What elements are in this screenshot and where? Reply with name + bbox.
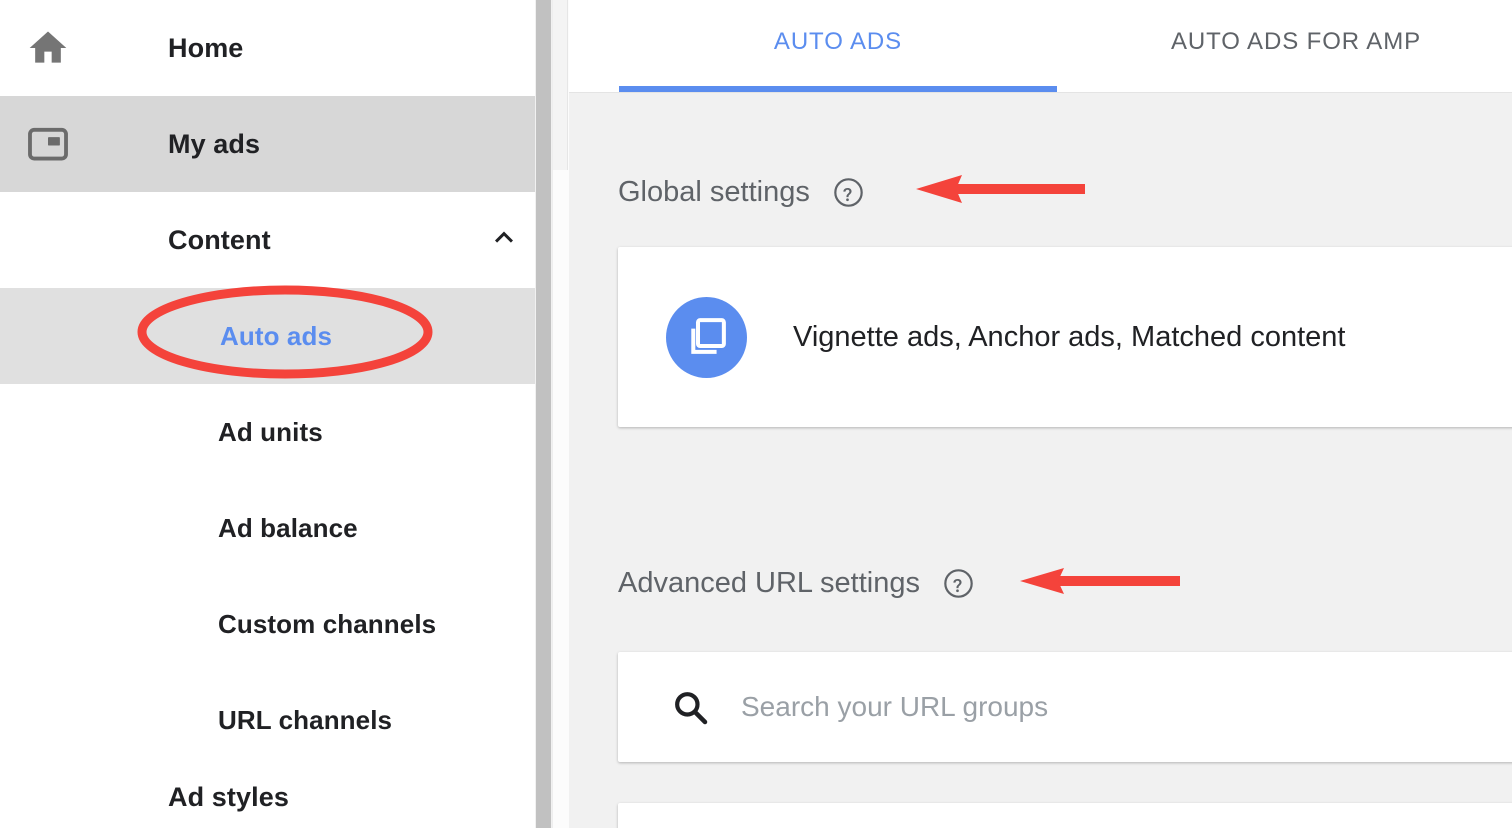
main-content: AUTO ADS AUTO ADS FOR AMP Global setting… [569,0,1512,828]
sidebar-group-label-content: Content [168,225,271,256]
sidebar-item-label-custom-channels: Custom channels [218,609,436,640]
sidebar-item-label-auto-ads: Auto ads [220,321,332,352]
sidebar-group-content[interactable]: Content [0,192,552,288]
advanced-url-settings-header: Advanced URL settings [569,567,974,600]
help-icon-global-settings[interactable] [833,177,864,208]
sidebar-item-label-ad-balance: Ad balance [218,513,358,544]
url-groups-list-card[interactable] [618,803,1512,828]
sidebar-scrollbar-thumb[interactable] [536,0,551,828]
global-settings-card-text: Vignette ads, Anchor ads, Matched conten… [793,321,1345,354]
sidebar-item-ad-balance[interactable]: Ad balance [0,480,552,576]
layers-copy-icon [666,297,747,378]
sidebar-group-ad-styles[interactable]: Ad styles [0,768,552,828]
sidebar-item-url-channels[interactable]: URL channels [0,672,552,768]
help-icon-advanced-url-settings[interactable] [943,568,974,599]
tab-auto-ads[interactable]: AUTO ADS [619,0,1057,93]
sidebar-item-label-home: Home [168,33,243,64]
my-ads-icon [0,121,96,167]
search-input[interactable] [739,690,1512,724]
tab-active-indicator [619,86,1057,92]
search-icon [668,685,712,729]
global-settings-card[interactable]: Vignette ads, Anchor ads, Matched conten… [618,247,1512,427]
page-scrollbar-thumb[interactable] [553,0,568,170]
sidebar: Home My ads Content Auto ads [0,0,552,828]
sidebar-item-ad-units[interactable]: Ad units [0,384,552,480]
sidebar-group-label-ad-styles: Ad styles [168,782,289,813]
global-settings-header: Global settings [569,176,864,209]
home-icon [0,26,96,70]
tab-bar: AUTO ADS AUTO ADS FOR AMP [569,0,1512,93]
chevron-up-icon[interactable] [486,220,522,261]
sidebar-item-label-url-channels: URL channels [218,705,392,736]
sidebar-item-auto-ads[interactable]: Auto ads [0,288,552,384]
url-groups-search-card [618,652,1512,762]
global-settings-title: Global settings [618,176,810,209]
tab-auto-ads-for-amp[interactable]: AUTO ADS FOR AMP [1077,0,1512,93]
advanced-url-settings-title: Advanced URL settings [618,567,920,600]
tab-auto-ads-for-amp-label: AUTO ADS FOR AMP [1171,28,1421,56]
tab-auto-ads-label: AUTO ADS [774,28,902,56]
sidebar-scrollbar-track[interactable] [535,0,552,828]
sidebar-item-my-ads[interactable]: My ads [0,96,552,192]
sidebar-item-label-my-ads: My ads [168,129,260,160]
app-root: Home My ads Content Auto ads [0,0,1512,828]
sidebar-item-label-ad-units: Ad units [218,417,323,448]
sidebar-item-custom-channels[interactable]: Custom channels [0,576,552,672]
sidebar-item-home[interactable]: Home [0,0,552,96]
